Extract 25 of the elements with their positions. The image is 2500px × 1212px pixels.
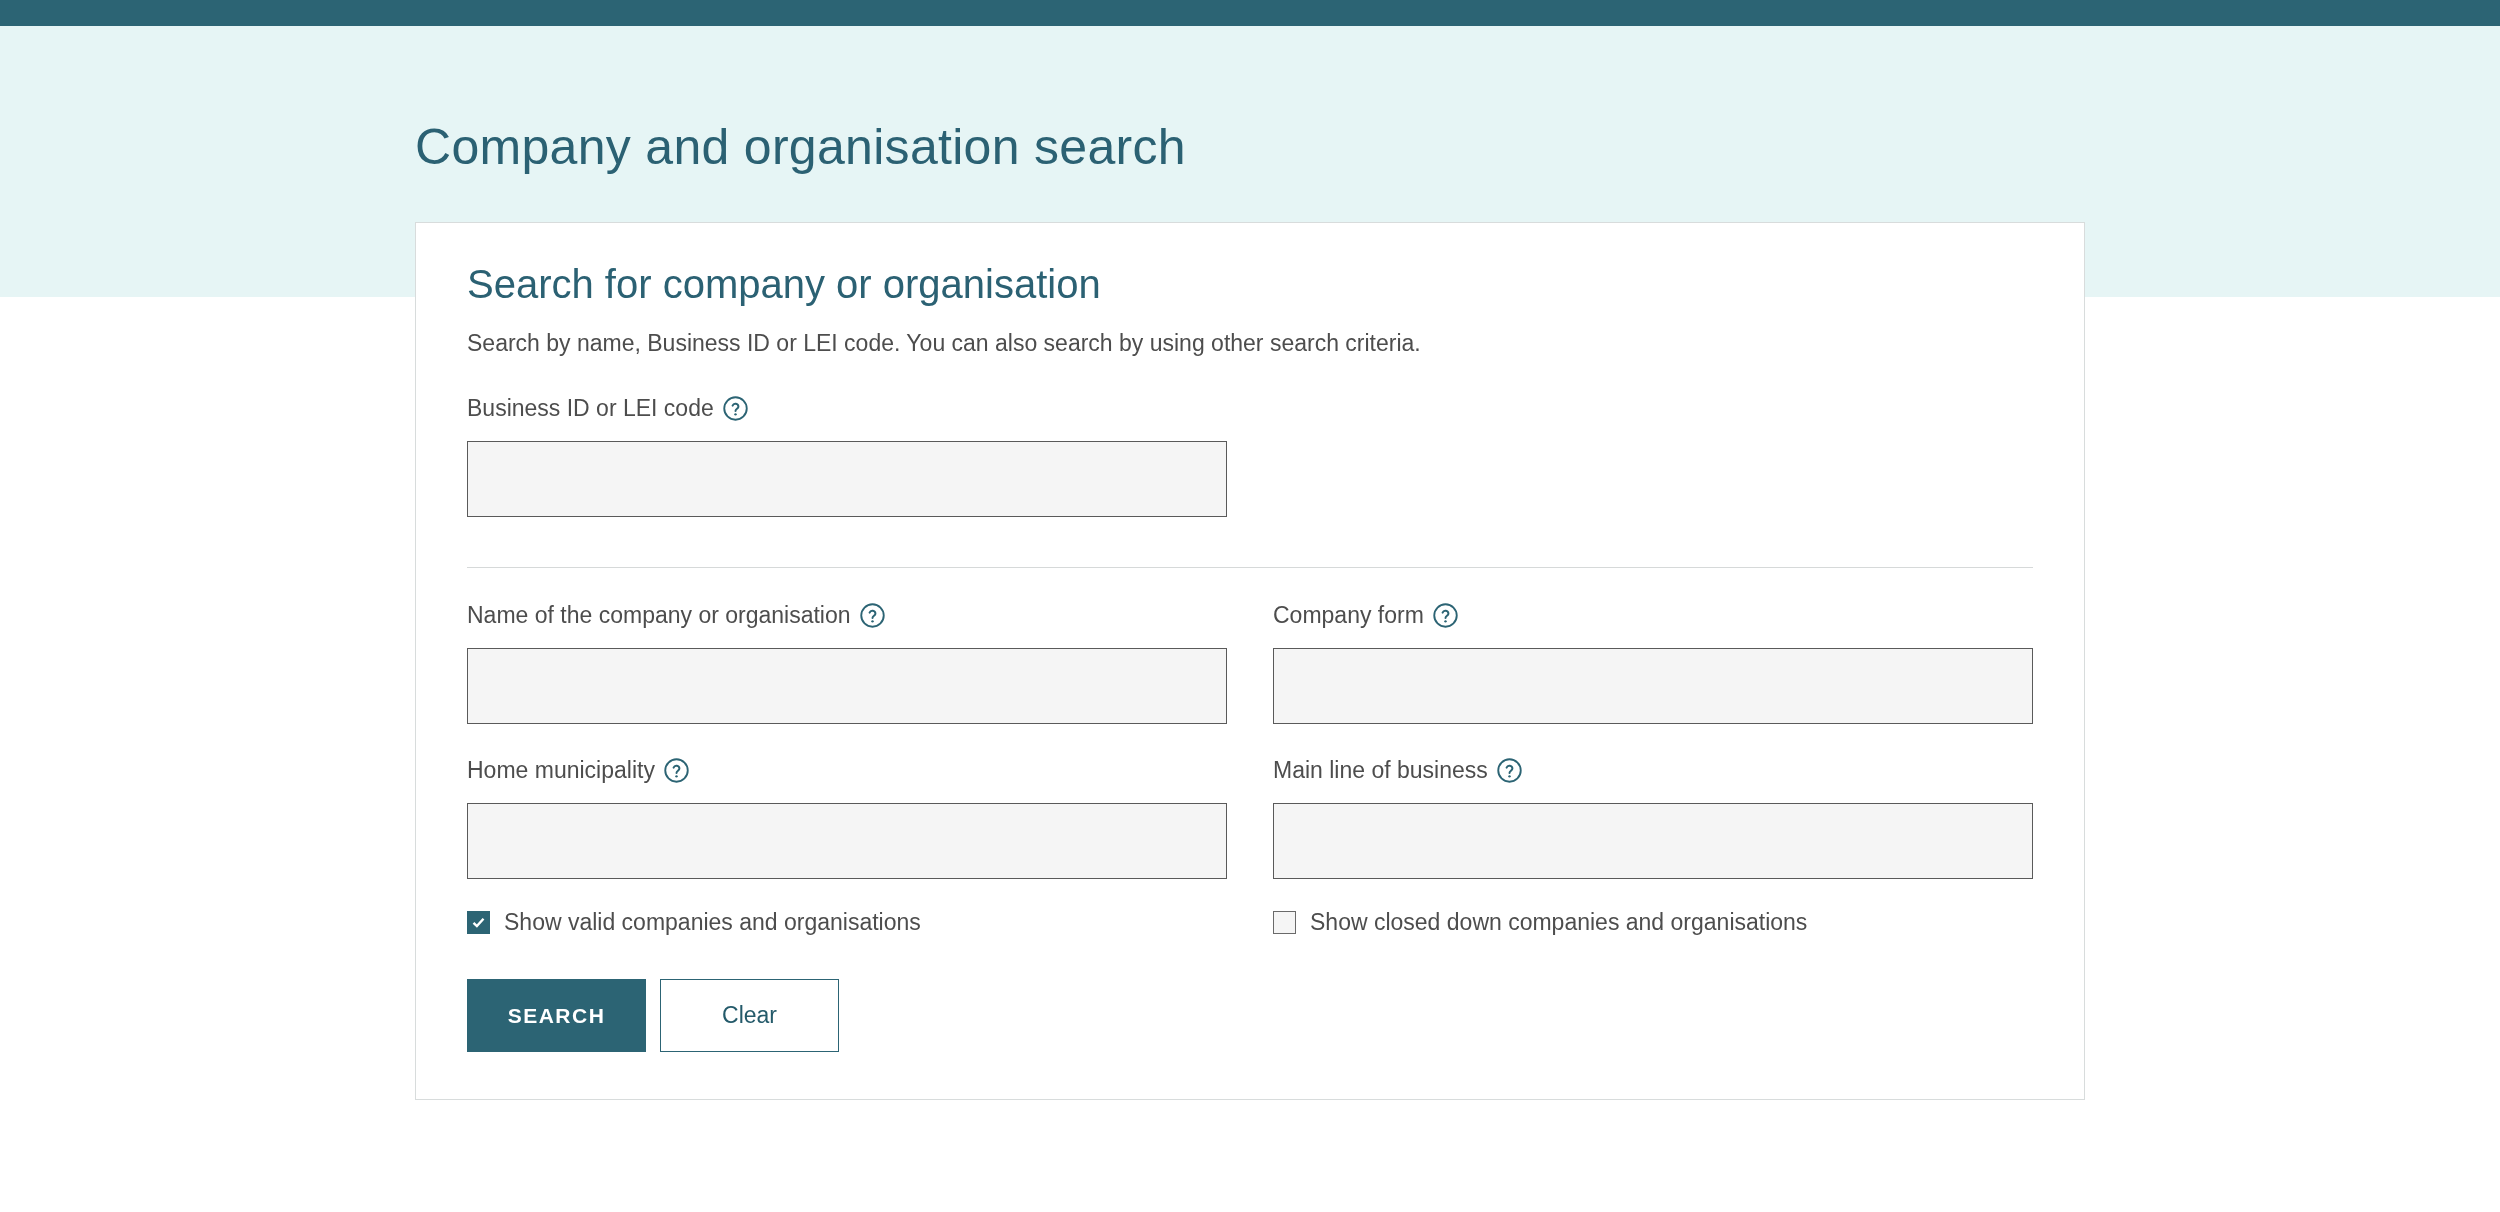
search-button[interactable]: SEARCH <box>467 979 646 1052</box>
field-label: Main line of business <box>1273 756 1488 785</box>
checkbox[interactable] <box>467 910 490 934</box>
input-field[interactable] <box>467 648 1227 724</box>
input-field[interactable] <box>1273 648 2033 724</box>
help-icon[interactable] <box>859 602 885 628</box>
card-description: Search by name, Business ID or LEI code. You can also search by using other search criteria. <box>467 329 1422 358</box>
checkbox-label: Show valid companies and organisations <box>504 908 921 937</box>
help-icon[interactable] <box>663 757 689 783</box>
help-icon[interactable] <box>722 395 748 421</box>
check-icon <box>472 916 485 928</box>
help-icon[interactable] <box>1432 602 1458 628</box>
input-field[interactable] <box>467 803 1227 879</box>
field-label: Home municipality <box>467 756 655 785</box>
field-label: Business ID or LEI code <box>467 394 714 423</box>
page-title: Company and organisation search <box>415 118 1187 177</box>
help-icon[interactable] <box>1496 757 1522 783</box>
checkbox-label: Show closed down companies and organisations <box>1310 908 1808 937</box>
clear-button[interactable]: Clear <box>660 979 839 1052</box>
input-field[interactable] <box>1273 803 2033 879</box>
field-label: Company form <box>1273 601 1424 630</box>
field-label: Name of the company or organisation <box>467 601 851 630</box>
checkbox[interactable] <box>1273 910 1296 934</box>
card-title: Search for company or organisation <box>467 261 1102 308</box>
input-field[interactable] <box>467 441 1227 517</box>
